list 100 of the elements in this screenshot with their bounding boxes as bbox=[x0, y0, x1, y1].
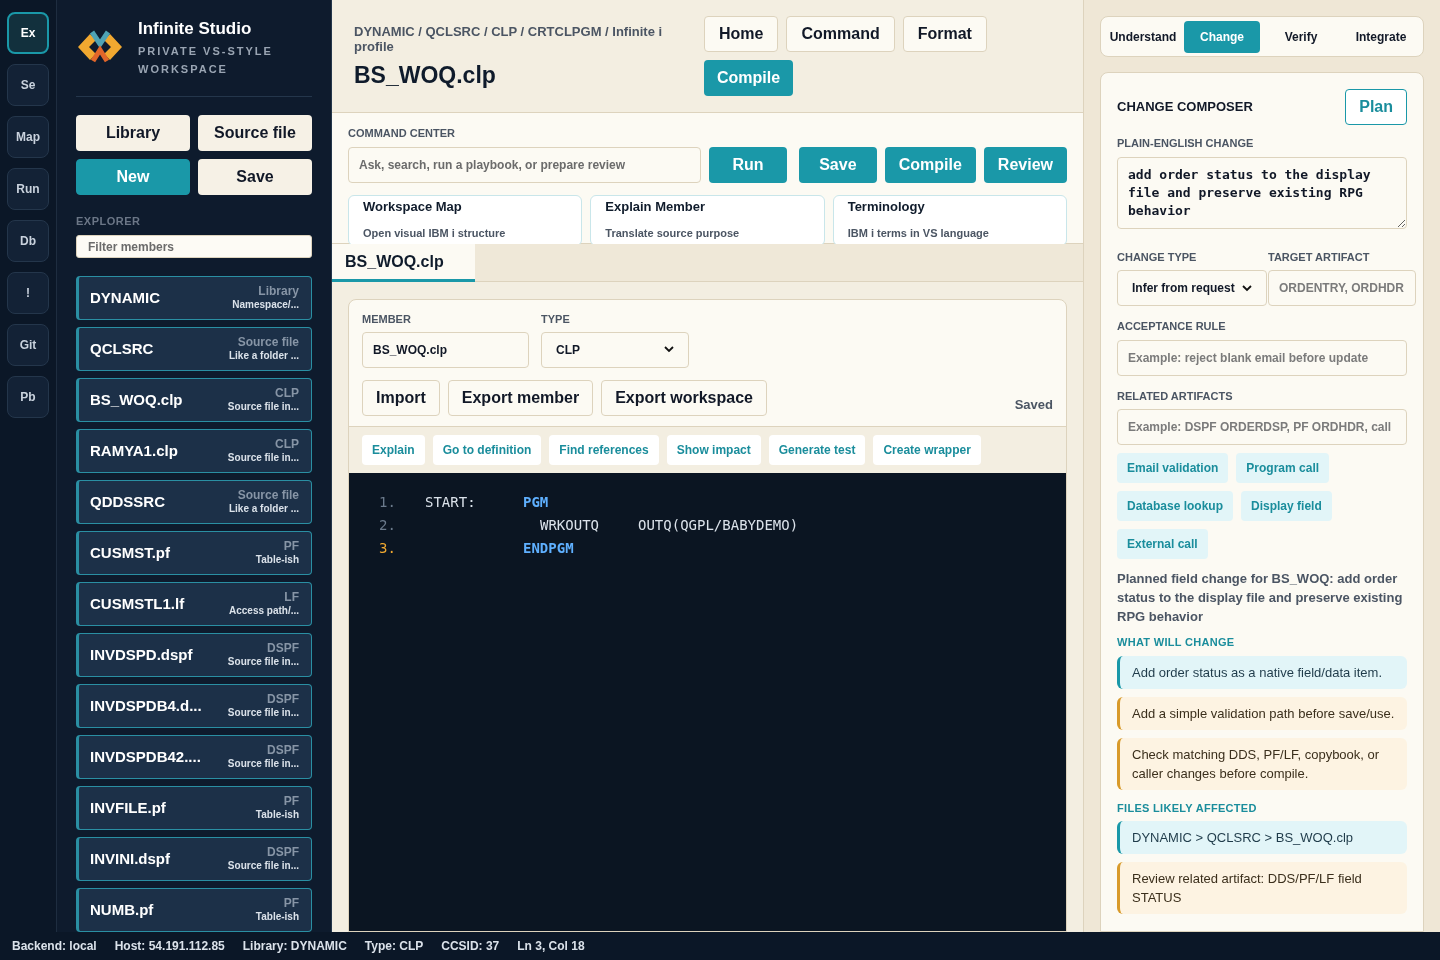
card-title: Explain Member bbox=[605, 197, 707, 216]
section-heading: COMMAND CENTER bbox=[348, 126, 456, 141]
rail-tab[interactable]: Map bbox=[7, 116, 49, 158]
explorer-item[interactable]: BS_WOQ.clp CLP Source file in... bbox=[76, 378, 312, 422]
shortcut-card[interactable]: Terminology IBM i terms in VS language bbox=[832, 194, 1067, 246]
mode-tab[interactable]: Verify bbox=[1262, 20, 1340, 53]
explorer-item[interactable]: DYNAMIC Library Namespace/... bbox=[76, 276, 312, 320]
explorer-item[interactable]: CUSMST.pf PF Table-ish bbox=[76, 531, 312, 575]
header-button[interactable]: Home bbox=[704, 16, 779, 52]
action-button[interactable]: Show impact bbox=[666, 434, 761, 465]
item-description: Source file in... bbox=[227, 655, 299, 668]
member-field[interactable]: BS_WOQ.clp bbox=[362, 331, 529, 368]
sidebar-button[interactable]: Library bbox=[76, 114, 190, 151]
card-title: Terminology bbox=[847, 197, 926, 216]
rail-tab[interactable]: Ex bbox=[7, 12, 49, 54]
action-button[interactable]: Create wrapper bbox=[873, 434, 981, 465]
code-command: WRKOUTQ bbox=[539, 516, 600, 535]
code-label: START: bbox=[425, 493, 477, 512]
member-button[interactable]: Export workspace bbox=[601, 379, 767, 416]
rail-tab[interactable]: ! bbox=[7, 272, 49, 314]
item-type: DSPF bbox=[267, 846, 299, 859]
item-name: DYNAMIC bbox=[90, 287, 160, 308]
member-button[interactable]: Export member bbox=[447, 379, 594, 416]
card-title: Workspace Map bbox=[363, 197, 463, 216]
explorer-item[interactable]: INVINI.dspf DSPF Source file in... bbox=[76, 837, 312, 881]
related-field[interactable]: Example: DSPF ORDERDSP, PF ORDHDR, call bbox=[1117, 409, 1407, 445]
header-button[interactable]: Format bbox=[902, 16, 987, 52]
explorer-item[interactable]: INVDSPD.dspf DSPF Source file in... bbox=[76, 633, 312, 677]
type-select[interactable]: CLP bbox=[541, 331, 689, 368]
status-item: Ln 3, Col 18 bbox=[517, 938, 585, 955]
item-name: NUMB.pf bbox=[90, 899, 154, 920]
item-name: INVDSPD.dspf bbox=[90, 644, 193, 665]
explorer-item[interactable]: RAMYA1.clp CLP Source file in... bbox=[76, 429, 312, 473]
mode-tab[interactable]: Understand bbox=[1104, 20, 1182, 53]
item-type: DSPF bbox=[267, 642, 299, 655]
change-note: Add order status as a native field/data item. bbox=[1117, 655, 1407, 689]
item-description: Access path/... bbox=[228, 604, 299, 617]
rail-tab[interactable]: Se bbox=[7, 64, 49, 106]
change-textarea[interactable]: add order status to the display file and preserve existing RPG behavior bbox=[1117, 156, 1407, 229]
suggestion-chip[interactable]: Database lookup bbox=[1117, 491, 1234, 521]
suggestion-chip[interactable]: Program call bbox=[1236, 453, 1330, 483]
rail-tab[interactable]: Run bbox=[7, 168, 49, 210]
action-button[interactable]: Generate test bbox=[768, 434, 866, 465]
plan-button[interactable]: Plan bbox=[1345, 89, 1407, 125]
explorer-item[interactable]: QCLSRC Source file Like a folder ... bbox=[76, 327, 312, 371]
item-name: QDDSSRC bbox=[90, 491, 165, 512]
explorer-item[interactable]: QDDSSRC Source file Like a folder ... bbox=[76, 480, 312, 524]
target-field[interactable]: ORDENTRY, ORDHDR bbox=[1268, 270, 1416, 306]
sidebar-button[interactable]: Source file bbox=[198, 114, 312, 151]
action-button[interactable]: Explain bbox=[362, 434, 425, 465]
rail-tab[interactable]: Git bbox=[7, 324, 49, 366]
rail-tab[interactable]: Pb bbox=[7, 376, 49, 418]
change-type-select[interactable]: Infer from request bbox=[1117, 270, 1267, 306]
item-type: Source file bbox=[237, 336, 299, 349]
sidebar-button[interactable]: Save bbox=[198, 158, 312, 195]
line-number: 2. bbox=[378, 516, 397, 535]
filter-field[interactable]: Filter members bbox=[76, 235, 312, 258]
item-description: Source file in... bbox=[227, 451, 299, 464]
item-type: CLP bbox=[275, 438, 299, 451]
command-field[interactable]: Ask, search, run a playbook, or prepare review bbox=[348, 146, 701, 183]
explorer-item[interactable]: INVFILE.pf PF Table-ish bbox=[76, 786, 312, 830]
card-description: Translate source purpose bbox=[605, 226, 741, 241]
mode-tab[interactable]: Integrate bbox=[1342, 20, 1420, 53]
item-description: Table-ish bbox=[255, 910, 299, 923]
chevron-down-icon bbox=[1242, 284, 1252, 292]
save-status: Saved bbox=[1014, 396, 1053, 414]
item-name: INVDSPDB42.... bbox=[90, 746, 201, 767]
item-description: Source file in... bbox=[227, 757, 299, 770]
explorer-item[interactable]: NUMB.pf PF Table-ish bbox=[76, 888, 312, 932]
change-note: Check matching DDS, PF/LF, copybook, or caller changes before compile. bbox=[1117, 737, 1407, 790]
action-button[interactable]: Go to definition bbox=[432, 434, 542, 465]
affected-file: Review related artifact: DDS/PF/LF field STATUS bbox=[1117, 862, 1407, 914]
field-label: CHANGE TYPE bbox=[1117, 249, 1198, 265]
suggestion-chip[interactable]: External call bbox=[1117, 529, 1208, 559]
item-description: Table-ish bbox=[255, 808, 299, 821]
suggestion-chip[interactable]: Display field bbox=[1241, 491, 1332, 521]
action-button[interactable]: Find references bbox=[549, 434, 659, 465]
item-type: LF bbox=[284, 591, 299, 604]
member-button[interactable]: Import bbox=[362, 379, 440, 416]
status-item: CCSID: 37 bbox=[441, 938, 500, 955]
shortcut-card[interactable]: Explain Member Translate source purpose bbox=[590, 194, 825, 246]
breadcrumb: DYNAMIC / QCLSRC / CLP / CRTCLPGM / Infinite i profile bbox=[354, 24, 664, 54]
explorer-item[interactable]: INVDSPDB4.d... DSPF Source file in... bbox=[76, 684, 312, 728]
item-description: Like a folder ... bbox=[228, 349, 299, 362]
shortcut-card[interactable]: Workspace Map Open visual IBM i structure bbox=[348, 194, 583, 246]
section-heading: WHAT WILL CHANGE bbox=[1117, 635, 1236, 650]
item-name: INVDSPDB4.d... bbox=[90, 695, 202, 716]
editor-tab[interactable]: BS_WOQ.clp bbox=[332, 244, 475, 282]
field-label: TARGET ARTIFACT bbox=[1268, 249, 1371, 265]
item-name: INVINI.dspf bbox=[90, 848, 170, 869]
rail-tab[interactable]: Db bbox=[7, 220, 49, 262]
explorer-item[interactable]: CUSMSTL1.lf LF Access path/... bbox=[76, 582, 312, 626]
explorer-item[interactable]: INVDSPDB42.... DSPF Source file in... bbox=[76, 735, 312, 779]
chevron-down-icon bbox=[664, 346, 674, 353]
status-item: Host: 54.191.112.85 bbox=[114, 938, 225, 955]
brand-subtitle: PRIVATE VS-STYLE WORKSPACE bbox=[138, 43, 274, 77]
suggestion-chip[interactable]: Email validation bbox=[1117, 453, 1229, 483]
header-button[interactable]: Command bbox=[786, 16, 895, 52]
item-type: CLP bbox=[275, 387, 299, 400]
acceptance-field[interactable]: Example: reject blank email before update bbox=[1117, 339, 1407, 376]
